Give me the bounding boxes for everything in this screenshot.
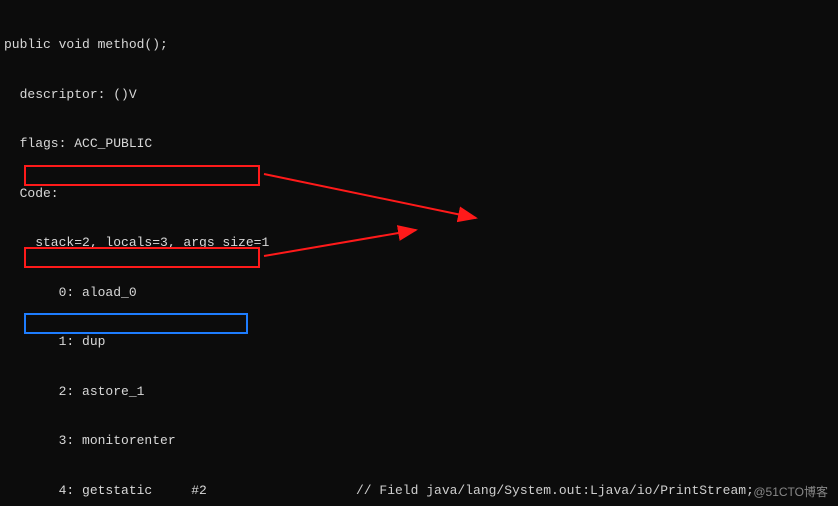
code-line: 1: dup <box>4 334 105 351</box>
bytecode-listing: public void method(); descriptor: ()V fl… <box>0 0 838 506</box>
code-line: 4: getstatic #2 <box>4 483 356 500</box>
watermark: @51CTO博客 <box>753 483 828 500</box>
code-line: descriptor: ()V <box>4 87 137 104</box>
code-line: stack=2, locals=3, args_size=1 <box>4 235 269 252</box>
code-line: flags: ACC_PUBLIC <box>4 136 152 153</box>
code-line: Code: <box>4 186 59 203</box>
code-line: 2: astore_1 <box>4 384 144 401</box>
code-line: public void method(); <box>4 37 168 54</box>
code-line: 0: aload_0 <box>4 285 137 302</box>
code-line: 3: monitorenter <box>4 433 176 450</box>
code-comment: // Field java/lang/System.out:Ljava/io/P… <box>356 483 754 500</box>
